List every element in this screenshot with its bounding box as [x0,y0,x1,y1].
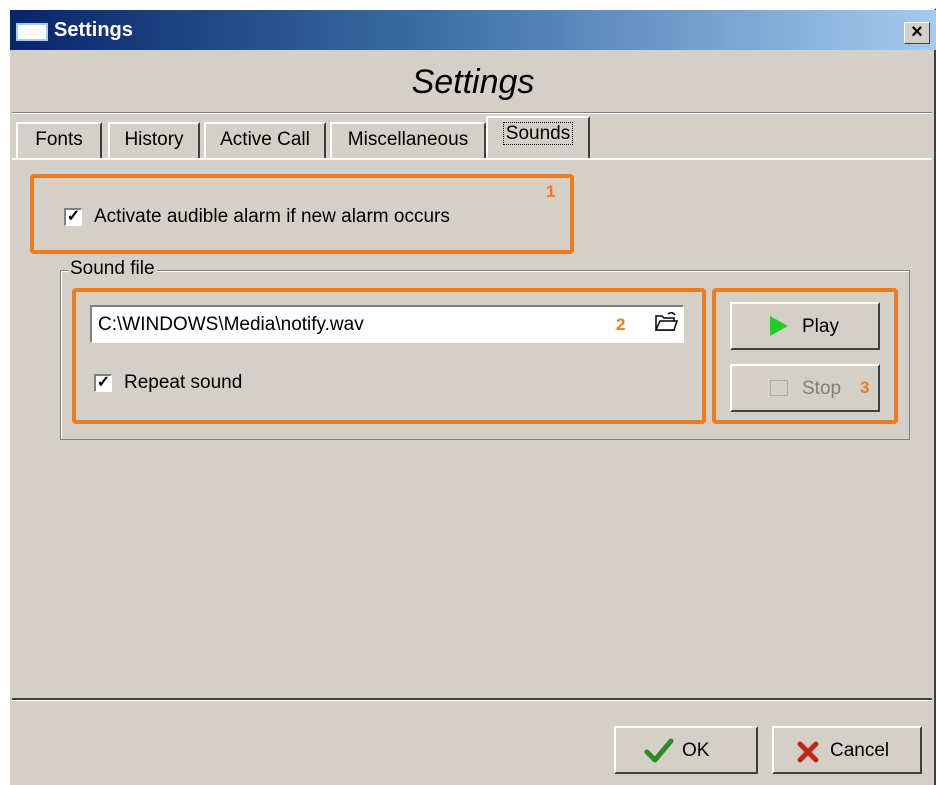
repeat-sound-checkbox[interactable]: ✓ [94,374,112,392]
check-mark-icon: ✓ [66,208,81,225]
alarm-checkbox-label: Activate audible alarm if new alarm occu… [94,206,450,227]
tab-sounds-label: Sounds [502,122,574,145]
play-button[interactable]: Play [730,302,880,350]
stop-button[interactable]: Stop [730,364,880,412]
annotation-number-1: 1 [546,182,556,201]
cancel-button-label: Cancel [830,740,890,761]
play-icon [770,316,788,336]
tab-history[interactable]: History [108,122,200,158]
sound-file-group-label: Sound file [68,258,157,280]
settings-window: Settings × Settings Fonts History Active… [8,8,936,785]
sounds-tab-page: 1 ✓ Activate audible alarm if new alarm … [12,158,932,698]
tab-sounds[interactable]: Sounds [486,116,590,158]
tab-miscellaneous-label: Miscellaneous [347,129,469,150]
alarm-checkbox[interactable]: ✓ [64,208,82,226]
tab-history-label: History [124,129,184,150]
title-bar[interactable]: Settings × [10,10,936,50]
annotation-number-2: 2 [616,315,626,334]
cancel-x-icon [797,741,819,763]
sound-file-path-input[interactable]: C:\WINDOWS\Media\notify.wav [90,305,684,343]
tab-active-call-label: Active Call [220,129,310,150]
ok-button[interactable]: OK [614,726,758,774]
close-icon: × [911,21,923,43]
footer-divider [12,698,932,701]
tab-fonts[interactable]: Fonts [16,122,102,158]
ok-button-label: OK [682,740,710,761]
tab-fonts-label: Fonts [35,129,83,150]
window-icon [16,23,48,41]
window-title: Settings [54,19,133,41]
ok-check-icon [644,738,674,763]
repeat-sound-label: Repeat sound [124,372,243,393]
browse-folder-button[interactable] [652,310,680,338]
page-title: Settings [411,63,535,101]
check-mark-icon: ✓ [96,374,111,391]
open-folder-icon [654,311,679,331]
play-button-label: Play [802,316,839,337]
tab-active-call[interactable]: Active Call [204,122,326,158]
stop-button-label: Stop [802,378,842,399]
cancel-button[interactable]: Cancel [772,726,922,774]
header-divider [12,112,932,114]
close-button[interactable]: × [904,22,930,44]
tab-miscellaneous[interactable]: Miscellaneous [330,122,486,158]
stop-icon [770,380,788,396]
sound-file-path-value: C:\WINDOWS\Media\notify.wav [98,314,364,335]
annotation-number-3: 3 [860,378,870,397]
